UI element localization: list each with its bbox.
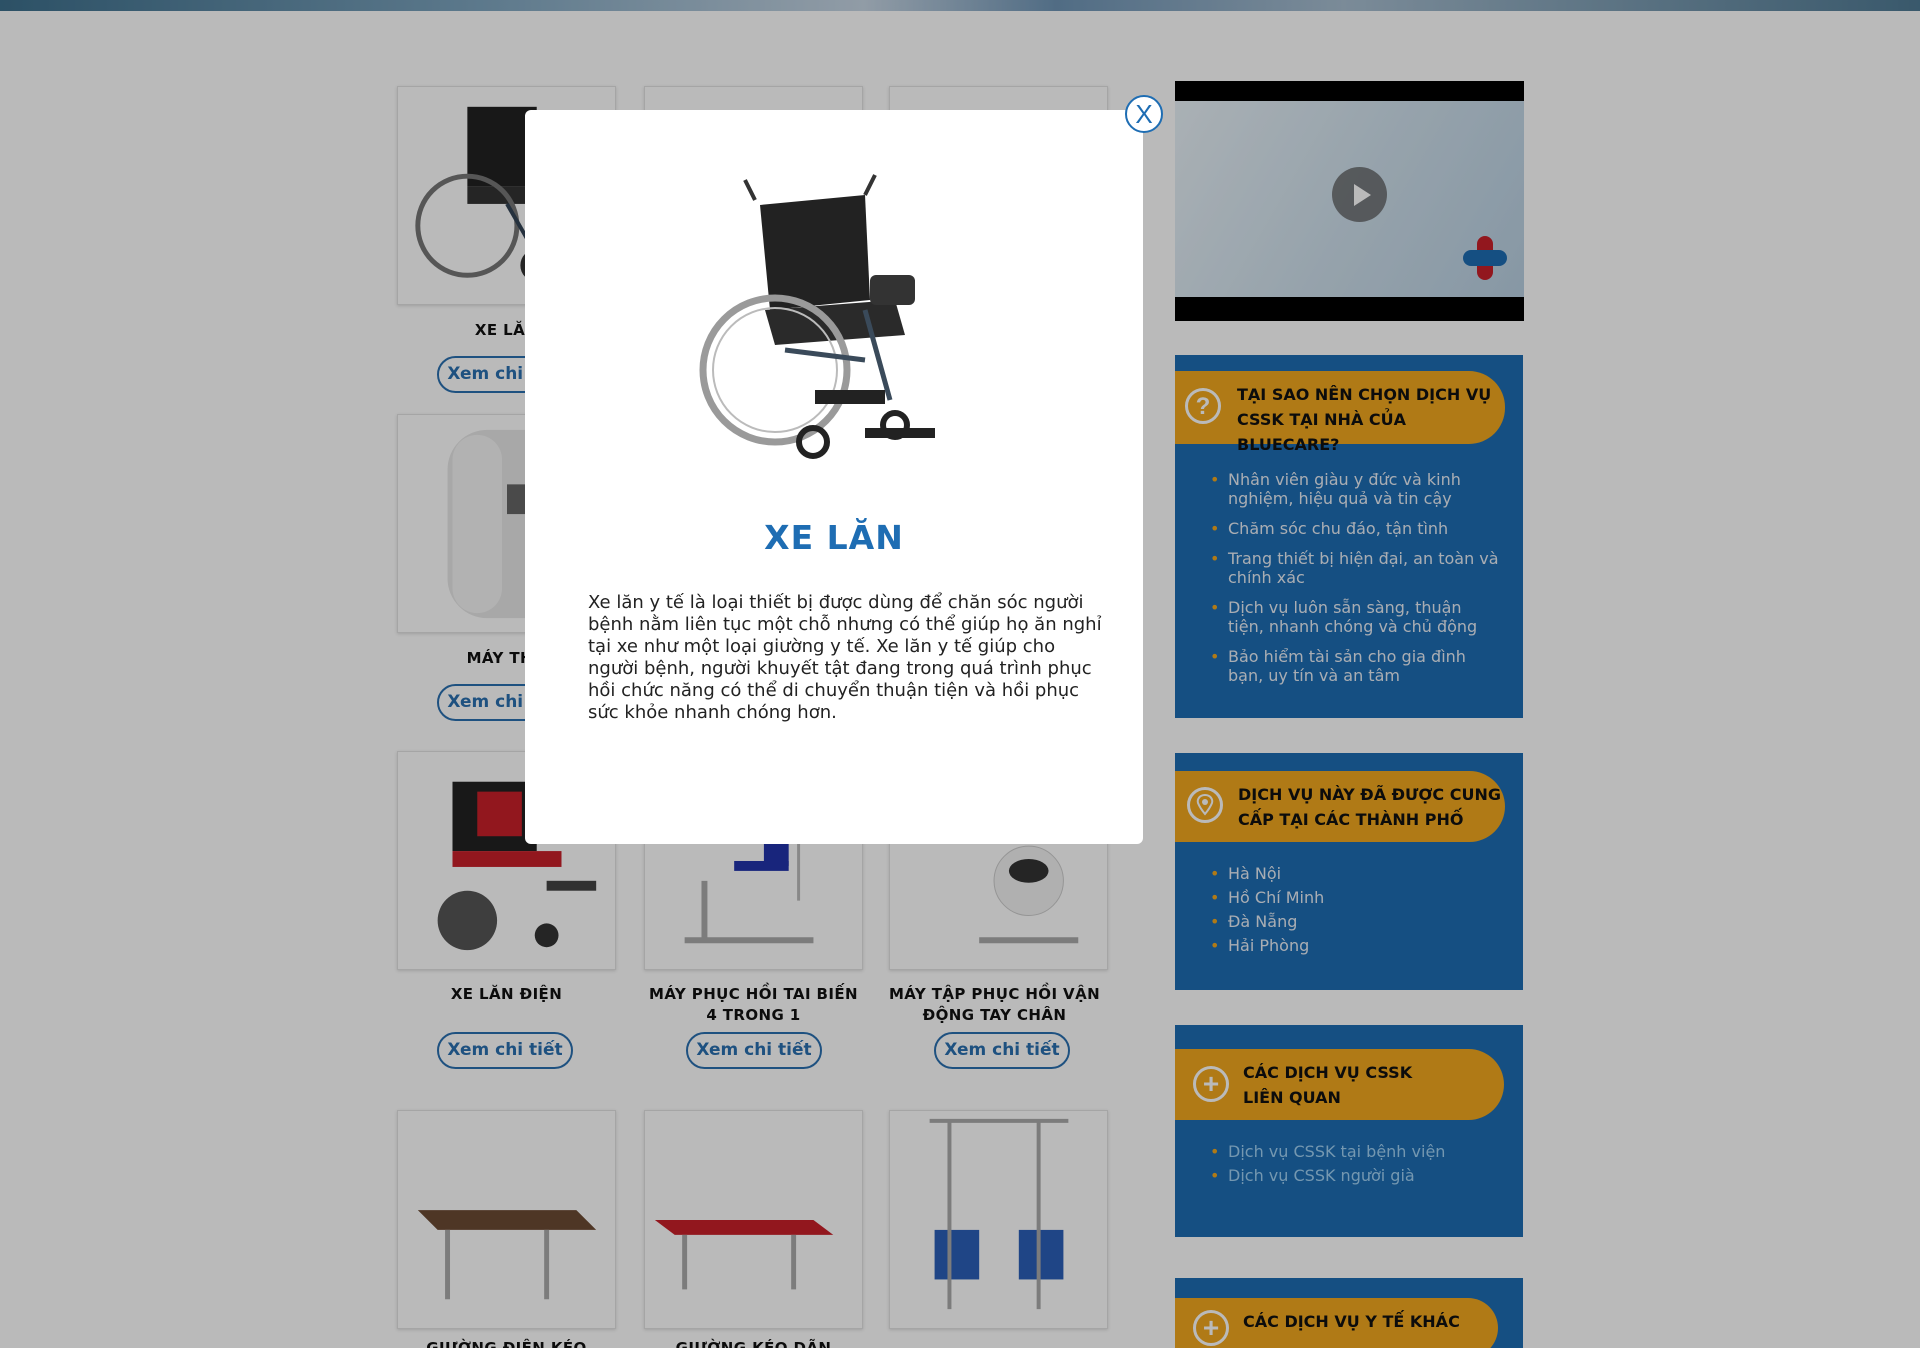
modal-wheelchair-image xyxy=(665,160,985,480)
modal-description: Xe lăn y tế là loại thiết bị được dùng đ… xyxy=(588,592,1102,723)
product-modal: XE LĂN Xe lăn y tế là loại thiết bị được… xyxy=(525,110,1143,844)
modal-title: XE LĂN xyxy=(764,518,904,557)
close-icon[interactable]: X xyxy=(1125,95,1163,133)
